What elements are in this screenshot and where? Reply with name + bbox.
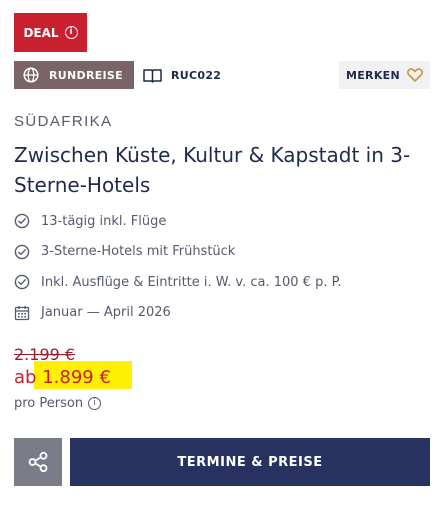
feature-list: 13-tägig inkl. Flüge 3-Sterne-Hotels mit… <box>14 206 342 328</box>
heart-icon <box>407 68 423 82</box>
deal-label: DEAL <box>23 25 59 40</box>
trip-type-tag: RUNDREISE <box>14 61 134 89</box>
trip-code: RUC022 <box>143 61 221 89</box>
merken-button[interactable]: MERKEN <box>339 61 430 89</box>
country-label: SÜDAFRIKA <box>14 113 113 130</box>
feature-text: 3-Sterne-Hotels mit Frühstück <box>41 244 236 260</box>
trip-type-label: RUNDREISE <box>49 68 123 82</box>
per-person: pro Person i <box>14 396 102 411</box>
feature-item: Inkl. Ausflüge & Eintritte i. W. v. ca. … <box>14 267 342 298</box>
feature-text: Inkl. Ausflüge & Eintritte i. W. v. ca. … <box>41 274 342 290</box>
feature-item: 3-Sterne-Hotels mit Frühstück <box>14 237 342 268</box>
info-circle-icon: i <box>64 26 78 39</box>
trip-code-label: RUC022 <box>171 68 222 82</box>
deal-badge[interactable]: DEAL i <box>14 13 87 52</box>
check-circle-icon <box>14 274 30 290</box>
offer-title[interactable]: Zwischen Küste, Kultur & Kapstadt in 3-S… <box>14 140 434 200</box>
price-info-icon[interactable]: i <box>88 397 102 410</box>
current-price: ab 1.899 € <box>14 367 111 388</box>
travel-period: Januar — April 2026 <box>14 298 342 329</box>
share-button[interactable] <box>14 438 62 486</box>
check-circle-icon <box>14 213 30 229</box>
check-circle-icon <box>14 244 30 260</box>
period-text: Januar — April 2026 <box>41 305 171 321</box>
share-icon <box>28 451 48 473</box>
book-icon <box>143 68 162 83</box>
calendar-icon <box>14 305 30 320</box>
merken-label: MERKEN <box>346 68 400 82</box>
price-prefix: ab <box>14 367 37 388</box>
per-person-label: pro Person <box>14 396 84 411</box>
feature-item: 13-tägig inkl. Flüge <box>14 206 342 237</box>
feature-text: 13-tägig inkl. Flüge <box>41 213 167 229</box>
price-value: 1.899 € <box>42 367 111 388</box>
globe-icon <box>23 67 39 83</box>
termine-preise-button[interactable]: TERMINE & PREISE <box>70 438 430 486</box>
